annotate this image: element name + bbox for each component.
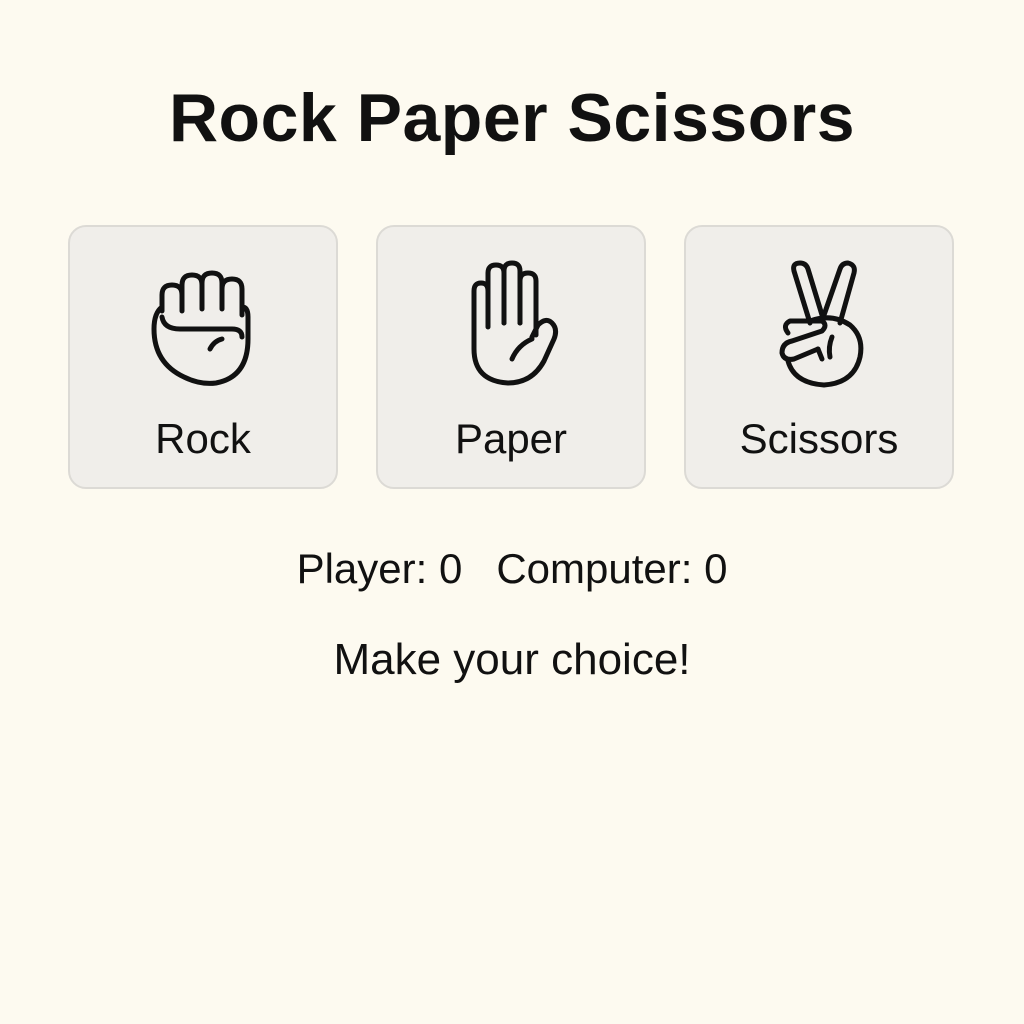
victory-hand-icon — [766, 257, 876, 391]
scissors-button[interactable]: Scissors — [684, 225, 954, 489]
status-message: Make your choice! — [333, 635, 691, 684]
open-hand-icon — [458, 257, 568, 391]
computer-score-label: Computer: — [496, 545, 693, 592]
fist-icon — [150, 257, 260, 391]
page-title: Rock Paper Scissors — [168, 80, 856, 156]
paper-button[interactable]: Paper — [376, 225, 646, 489]
scoreboard: Player: 0 Computer: 0 — [0, 544, 1024, 594]
player-score-value: 0 — [438, 545, 463, 592]
rock-button[interactable]: Rock — [68, 225, 338, 489]
player-score-label: Player: — [296, 545, 428, 592]
computer-score-value: 0 — [704, 545, 728, 592]
rock-label: Rock — [155, 415, 251, 462]
scissors-label: Scissors — [739, 415, 899, 462]
paper-label: Paper — [454, 415, 568, 462]
choice-buttons: Rock Paper Scissors — [68, 225, 956, 491]
